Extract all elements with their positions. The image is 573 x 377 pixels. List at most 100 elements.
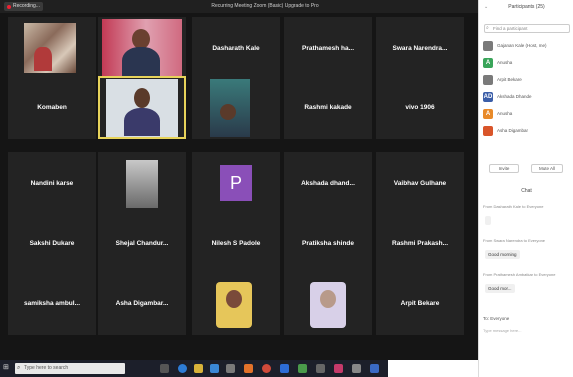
participant-video-tile[interactable]: samiksha ambul...: [8, 272, 96, 335]
zoom-app-icon[interactable]: [280, 364, 289, 373]
participant-video-tile[interactable]: Swara Narendra...: [376, 17, 464, 80]
recording-indicator[interactable]: Recording...: [4, 2, 43, 11]
search-icon: ⌕: [486, 25, 489, 31]
participant-video-tile[interactable]: Vaibhav Gulhane: [376, 152, 464, 215]
participant-video-tile[interactable]: [192, 76, 280, 139]
participant-video-tile[interactable]: Dasharath Kale: [192, 17, 280, 80]
participant-list-name: Anusha: [497, 60, 513, 65]
chrome-icon[interactable]: [262, 364, 271, 373]
participant-list-name: Arpit Bekare: [497, 77, 522, 82]
chat-recipient-select[interactable]: To: Everyone: [483, 314, 571, 323]
mail-icon[interactable]: [226, 364, 235, 373]
chevron-down-icon[interactable]: ⌄: [484, 0, 488, 14]
app-icon[interactable]: [316, 364, 325, 373]
participant-name: Swara Narendra...: [392, 45, 448, 52]
participant-video-tile[interactable]: Komaben: [8, 76, 96, 139]
invite-button[interactable]: Invite: [489, 164, 519, 173]
participant-name: vivo 1906: [405, 104, 435, 111]
participant-video-tile[interactable]: Prathamesh ha...: [284, 17, 372, 80]
participant-video-tile[interactable]: Shejal Chandur...: [98, 212, 186, 275]
video-gallery: Dasharath Kale Prathamesh ha... Swara Nare…: [0, 13, 478, 360]
task-view-icon[interactable]: [160, 364, 169, 373]
participant-video-tile[interactable]: Asha Digambar...: [98, 272, 186, 335]
participant-search-placeholder: Find a participant: [493, 26, 528, 31]
taskbar-search-box[interactable]: ⌕ Type here to search: [15, 363, 125, 374]
chat-sender-line: From Prathamesh Ambatkar to Everyone: [483, 272, 556, 277]
participant-avatar: [483, 41, 493, 51]
participant-video-tile[interactable]: [98, 17, 186, 80]
store-icon[interactable]: [210, 364, 219, 373]
participants-header: ⌄ Participants (25): [479, 0, 573, 14]
participant-video-tile[interactable]: [192, 272, 280, 335]
participant-name: Pratiksha shinde: [301, 240, 355, 247]
edge-browser-icon[interactable]: [178, 364, 187, 373]
participant-row[interactable]: Gajanan Kale (Host, me): [483, 40, 571, 52]
participant-video-tile[interactable]: [8, 17, 96, 80]
participant-name: Sakshi Dukare: [29, 240, 75, 247]
participant-video-tile[interactable]: [98, 152, 186, 215]
participant-video-tile[interactable]: Sakshi Dukare: [8, 212, 96, 275]
participant-name: Asha Digambar...: [115, 300, 169, 307]
participant-name: Rashmi Prakash...: [392, 240, 448, 247]
participant-search-input[interactable]: ⌕ Find a participant: [484, 24, 570, 33]
record-dot-icon: [7, 4, 11, 9]
participant-video-tile[interactable]: Rashmi Prakash...: [376, 212, 464, 275]
participant-video-tile[interactable]: [98, 76, 186, 139]
mute-all-button[interactable]: Mute All: [531, 164, 563, 173]
participant-video-tile[interactable]: Nilesh S Padole: [192, 212, 280, 275]
search-icon: ⌕: [17, 365, 21, 371]
participant-row[interactable]: AD Akshada Dhande: [483, 91, 571, 103]
participant-name: Dasharath Kale: [212, 45, 260, 52]
participants-title: Participants (25): [508, 4, 545, 10]
windows-start-icon[interactable]: ⊞: [3, 364, 11, 372]
chat-message-bubble: Good mor...: [485, 284, 515, 293]
window-title: Recurring Meeting Zoom (Basic) Upgrade t…: [211, 3, 319, 9]
file-explorer-icon[interactable]: [194, 364, 203, 373]
participant-video-tile[interactable]: Pratiksha shinde: [284, 212, 372, 275]
blank-corner: [388, 360, 478, 377]
participant-row[interactable]: A Anusha: [483, 108, 571, 120]
side-panel: ⌄ Participants (25) ⌕ Find a participant…: [478, 0, 573, 377]
participant-video-tile[interactable]: P: [192, 152, 280, 215]
participant-video-tile[interactable]: [284, 272, 372, 335]
participant-name: Komaben: [37, 104, 67, 111]
participant-list-name: Akshada Dhande: [497, 94, 532, 99]
participant-row[interactable]: Asha Digambar: [483, 125, 571, 137]
profile-avatar: P: [220, 165, 252, 201]
participant-avatar: [483, 126, 493, 136]
participant-video-tile[interactable]: Rashmi kakade: [284, 76, 372, 139]
participant-list-name: Asha Digambar: [497, 128, 529, 133]
participant-row[interactable]: A Anusha: [483, 57, 571, 69]
participant-row[interactable]: Arpit Bekare: [483, 74, 571, 86]
recording-label: Recording...: [13, 3, 40, 9]
participant-name: Akshada dhand...: [301, 180, 355, 187]
participant-video-tile[interactable]: vivo 1906: [376, 76, 464, 139]
participant-name: Prathamesh ha...: [301, 45, 355, 52]
chat-sender-line: From Swara Narendra to Everyone: [483, 238, 546, 243]
zoom-meeting-window: Recording... Recurring Meeting Zoom (Bas…: [0, 0, 573, 377]
participant-video-tile[interactable]: Akshada dhand...: [284, 152, 372, 215]
participant-avatar: A: [483, 109, 493, 119]
participant-name: Shejal Chandur...: [115, 240, 169, 247]
chat-message-bubble: [485, 216, 491, 225]
app-icon-4[interactable]: [370, 364, 379, 373]
whatsapp-icon[interactable]: [298, 364, 307, 373]
participant-name: Nandini karse: [30, 180, 74, 187]
powerpoint-icon[interactable]: [244, 364, 253, 373]
participant-list-name: Anusha: [497, 111, 513, 116]
app-icon-3[interactable]: [352, 364, 361, 373]
chat-message-bubble: Good morning: [485, 250, 520, 259]
app-icon-2[interactable]: [334, 364, 343, 373]
participant-name: samiksha ambul...: [24, 300, 80, 307]
participant-name: Nilesh S Padole: [211, 240, 261, 247]
title-bar: Recording... Recurring Meeting Zoom (Bas…: [0, 0, 478, 13]
chat-header: Chat: [521, 188, 532, 194]
participant-video-tile[interactable]: Arpit Bekare: [376, 272, 464, 335]
participant-video-tile[interactable]: Nandini karse: [8, 152, 96, 215]
participant-name: Rashmi kakade: [304, 104, 352, 111]
participant-avatar: AD: [483, 92, 493, 102]
participant-avatar: A: [483, 58, 493, 68]
chat-sender-line: From Dasharath Kale to Everyone: [483, 204, 544, 209]
participant-name: Arpit Bekare: [400, 300, 440, 307]
chat-message-input[interactable]: Type message here...: [483, 327, 571, 335]
